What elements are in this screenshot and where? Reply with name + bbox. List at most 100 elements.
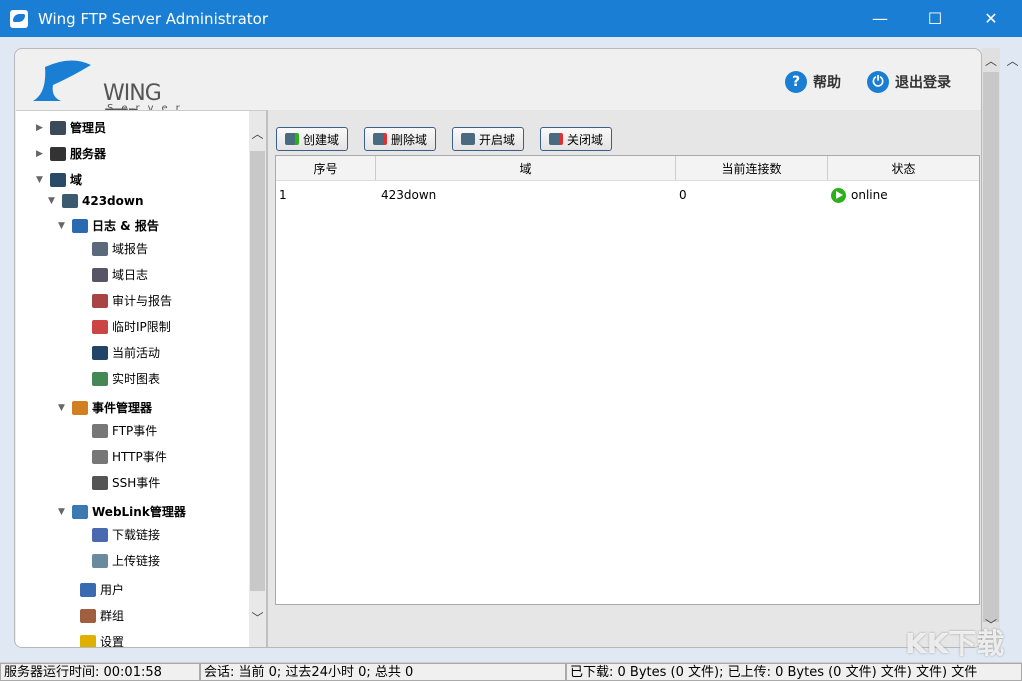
tree-item-label: FTP事件 [112,424,158,438]
tree-item[interactable]: 临时IP限制 [92,318,171,335]
logout-label: 退出登录 [895,75,951,91]
tree-item[interactable]: 群组 [80,607,124,624]
tree-item-label: 下载链接 [112,528,161,542]
table-header: 序号 域 当前连接数 状态 [276,156,979,181]
tree-item[interactable]: ▼ WebLink管理器 [58,503,186,520]
scroll-up-icon[interactable]: ︿ [249,125,266,142]
start-domain-icon [461,133,475,145]
tree-item[interactable]: ▼ 域 [36,171,82,188]
session-status: 会话: 当前 0; 过去24小时 0; 总共 0 [200,663,566,681]
collapse-icon[interactable]: ▼ [58,403,68,413]
tree-node-icon [50,172,66,187]
start-domain-label: 开启域 [479,132,516,147]
minimize-button[interactable]: — [857,0,903,37]
table-row[interactable]: 1 423down 0 online [276,181,979,209]
tree-node-icon [50,120,66,135]
tree-item[interactable]: SSH事件 [92,474,160,491]
tree-item-label: 域报告 [112,242,149,256]
tree-node-icon [92,475,108,490]
watermark: KK下载 [905,627,1005,660]
create-domain-label: 创建域 [303,132,340,147]
stop-domain-label: 关闭域 [567,132,604,147]
scrollbar-thumb[interactable] [250,151,265,591]
tree-node-icon [62,194,78,208]
tree-item[interactable]: ▼ 事件管理器 [58,399,152,416]
tree-item[interactable]: 下载链接 [92,526,160,543]
tree-item[interactable]: 当前活动 [92,344,160,361]
start-domain-button[interactable]: 开启域 [452,127,525,151]
navigation-tree: 设置 群组 用户 上传链接 下载链接 ▼ WebLink管理器 SSH事件 HTTP事件 FTP事… [16,110,266,648]
tree-item[interactable]: 用户 [80,581,124,598]
tree-item-label: 423down [82,194,144,208]
stop-domain-button[interactable]: 关闭域 [540,127,613,151]
expand-icon[interactable]: ▶ [36,149,46,159]
tree-item-label: 设置 [100,635,125,648]
tree-item[interactable]: 上传链接 [92,552,160,569]
delete-domain-icon [373,133,387,145]
help-button[interactable]: ? 帮助 [785,71,841,93]
domain-list-pane: 创建域 删除域 开启域 关闭域 序号 域 当前连接数 状态 1 423down … [268,110,981,647]
tree-item-label: 当前活动 [112,346,161,360]
tree-item[interactable]: HTTP事件 [92,448,167,465]
create-domain-icon [285,133,299,145]
title-bar: Wing FTP Server Administrator — ☐ ✕ [0,0,1022,37]
admin-panel: WING FTP Server ? 帮助 ⏻ 退出登录 设置 群组 用户 上传链接 下载链接… [14,48,982,648]
column-header-domain[interactable]: 域 [376,156,676,180]
scrollbar-thumb[interactable] [983,72,999,622]
collapse-icon[interactable]: ▼ [36,175,46,185]
tree-item-label: 日志 & 报告 [92,219,159,233]
tree-node-icon [92,267,108,282]
tree-node-icon [72,400,88,415]
tree-node-icon [80,582,96,597]
create-domain-button[interactable]: 创建域 [276,127,349,151]
tree-item-label: WebLink管理器 [92,505,186,519]
expand-icon[interactable]: ▶ [36,123,46,133]
maximize-button[interactable]: ☐ [912,0,958,37]
collapse-icon[interactable]: ▼ [58,221,68,231]
power-icon: ⏻ [867,71,889,93]
scroll-up-icon[interactable]: ︿ [982,52,1000,69]
logout-button[interactable]: ⏻ 退出登录 [867,71,951,93]
collapse-icon[interactable]: ▼ [48,196,58,206]
tree-item[interactable]: 域日志 [92,266,148,283]
tree-node-icon [92,527,108,542]
tree-item[interactable]: ▶ 服务器 [36,145,106,162]
column-header-connections[interactable]: 当前连接数 [676,156,828,180]
domain-table: 序号 域 当前连接数 状态 1 423down 0 online [275,155,980,605]
cell-index: 1 [279,188,287,202]
tree-item[interactable]: 实时图表 [92,370,160,387]
cell-domain: 423down [381,188,437,202]
close-button[interactable]: ✕ [968,0,1014,37]
tree-item-label: 管理员 [70,121,107,135]
uptime-status: 服务器运行时间: 00:01:58 [0,663,200,681]
collapse-icon[interactable]: ▼ [58,507,68,517]
wing-logo-icon [33,60,91,101]
column-header-status[interactable]: 状态 [828,156,979,180]
tree-item[interactable]: FTP事件 [92,422,157,439]
cell-status: online [828,187,979,203]
help-icon: ? [785,71,807,93]
tree-node-icon [80,608,96,623]
tree-item[interactable]: 审计与报告 [92,292,172,309]
tree-item-label: HTTP事件 [112,450,167,464]
column-header-index[interactable]: 序号 [276,156,376,180]
delete-domain-button[interactable]: 删除域 [364,127,437,151]
tree-item[interactable]: ▶ 管理员 [36,119,106,136]
window-scrollbar[interactable]: ︿ ﹀ [982,48,1000,648]
tree-item[interactable]: 域报告 [92,240,148,257]
tree-item-label: 域 [70,173,83,187]
tree-item[interactable]: 设置 [80,633,125,648]
scroll-down-icon[interactable]: ﹀ [249,609,266,626]
tree-item[interactable]: ▼ 423down [48,194,144,208]
tree-node-icon [50,146,66,161]
tree-item[interactable]: ▼ 日志 & 报告 [58,217,159,234]
tree-node-icon [72,504,88,519]
tree-scrollbar[interactable]: ︿ ﹀ [249,111,266,647]
tree-item-label: 审计与报告 [112,294,173,308]
tree-item-label: 上传链接 [112,554,161,568]
online-icon [831,187,846,203]
stop-domain-icon [549,133,563,145]
tree-node-icon [92,423,108,438]
tree-item-label: 临时IP限制 [112,320,171,334]
scroll-up-icon[interactable]: ︿ [1004,52,1021,69]
